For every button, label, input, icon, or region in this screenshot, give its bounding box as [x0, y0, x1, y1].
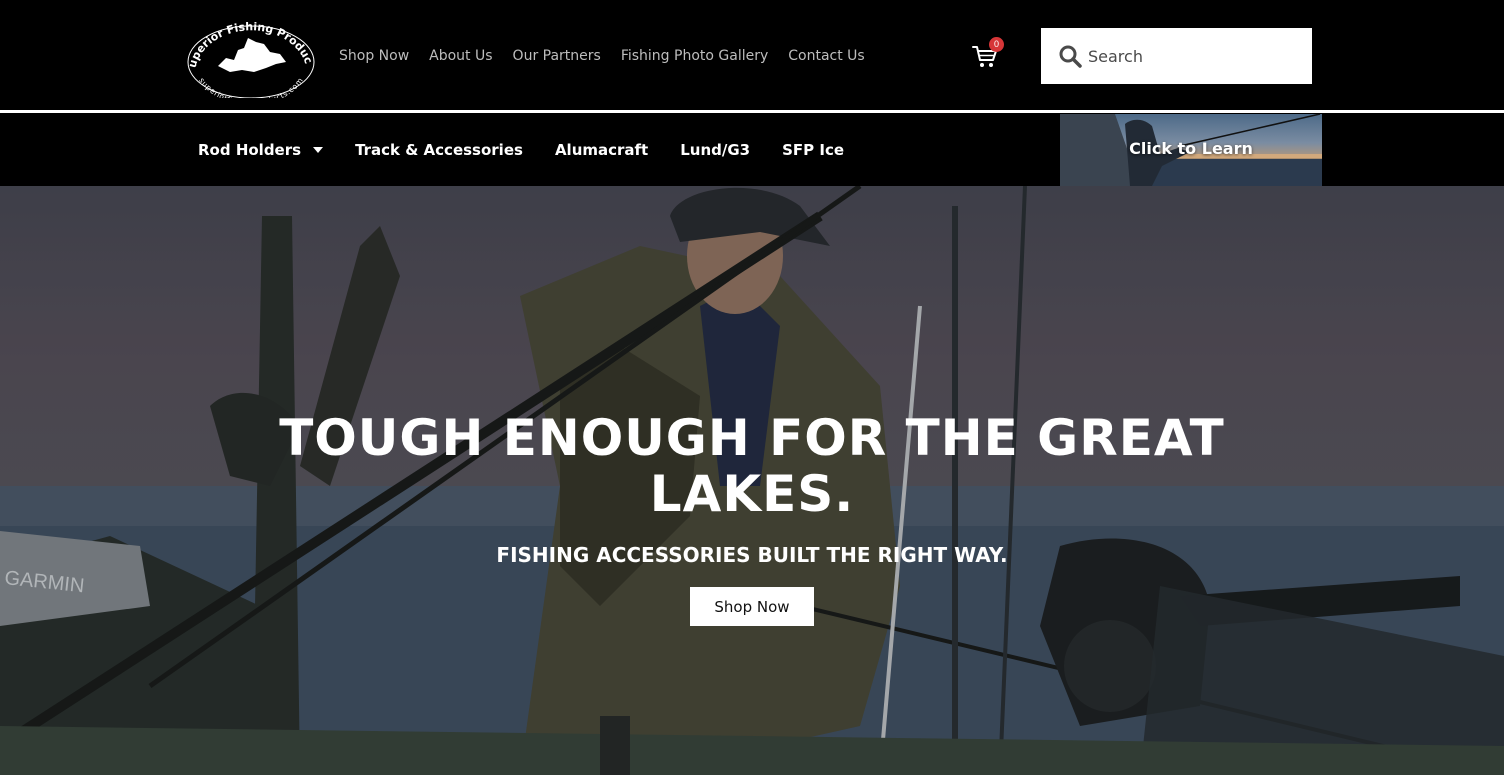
header-divider: [0, 110, 1504, 113]
logo-graphic: Superior Fishing Products superiorfishin…: [186, 14, 315, 98]
top-nav-contact-us[interactable]: Contact Us: [788, 46, 864, 66]
top-header: Superior Fishing Products superiorfishin…: [0, 0, 1504, 110]
top-nav-our-partners[interactable]: Our Partners: [513, 46, 601, 66]
top-nav-about-us[interactable]: About Us: [429, 46, 492, 66]
site-logo[interactable]: Superior Fishing Products superiorfishin…: [186, 14, 316, 98]
svg-text:superiorfishingproducts.com: superiorfishingproducts.com: [197, 76, 305, 98]
category-lund-g3-label: Lund/G3: [680, 141, 751, 159]
search-icon[interactable]: [1058, 44, 1082, 68]
cart-button[interactable]: 0: [972, 37, 1004, 70]
chevron-down-icon[interactable]: [313, 147, 324, 153]
category-lund-g3[interactable]: Lund/G3: [680, 140, 750, 160]
category-rod-holders-label: Rod Holders: [198, 141, 302, 159]
search-input[interactable]: [1086, 45, 1300, 67]
category-sfp-ice[interactable]: SFP Ice: [782, 140, 844, 160]
hero-subtitle: FISHING ACCESSORIES BUILT THE RIGHT WAY.: [496, 543, 1008, 567]
category-sfp-ice-label: SFP Ice: [782, 141, 845, 159]
cart-count-badge: 0: [989, 37, 1004, 52]
logo-text-bottom: superiorfishingproducts.com: [197, 76, 305, 98]
promo-banner[interactable]: Click to Learn: [1060, 114, 1322, 186]
search-box: [1041, 28, 1312, 84]
category-track-accessories-label: Track & Accessories: [355, 141, 523, 159]
promo-label: Click to Learn: [1129, 139, 1253, 158]
category-track-accessories[interactable]: Track & Accessories: [355, 140, 523, 160]
top-nav-shop-now[interactable]: Shop Now: [339, 46, 409, 66]
top-nav: Shop Now About Us Our Partners Fishing P…: [339, 46, 885, 66]
top-nav-fishing-photo-gallery[interactable]: Fishing Photo Gallery: [621, 46, 768, 66]
hero-section: GARMIN TOUGH ENOUGH FOR THE GREAT LAKES.…: [0, 186, 1504, 775]
hero-title: TOUGH ENOUGH FOR THE GREAT LAKES.: [279, 409, 1225, 523]
category-alumacraft[interactable]: Alumacraft: [555, 140, 648, 160]
category-nav-items: Rod Holders Track & Accessories Alumacra…: [198, 140, 876, 160]
category-alumacraft-label: Alumacraft: [554, 141, 649, 159]
category-rod-holders[interactable]: Rod Holders: [198, 140, 324, 160]
hero-shop-now-button[interactable]: Shop Now: [690, 587, 814, 626]
